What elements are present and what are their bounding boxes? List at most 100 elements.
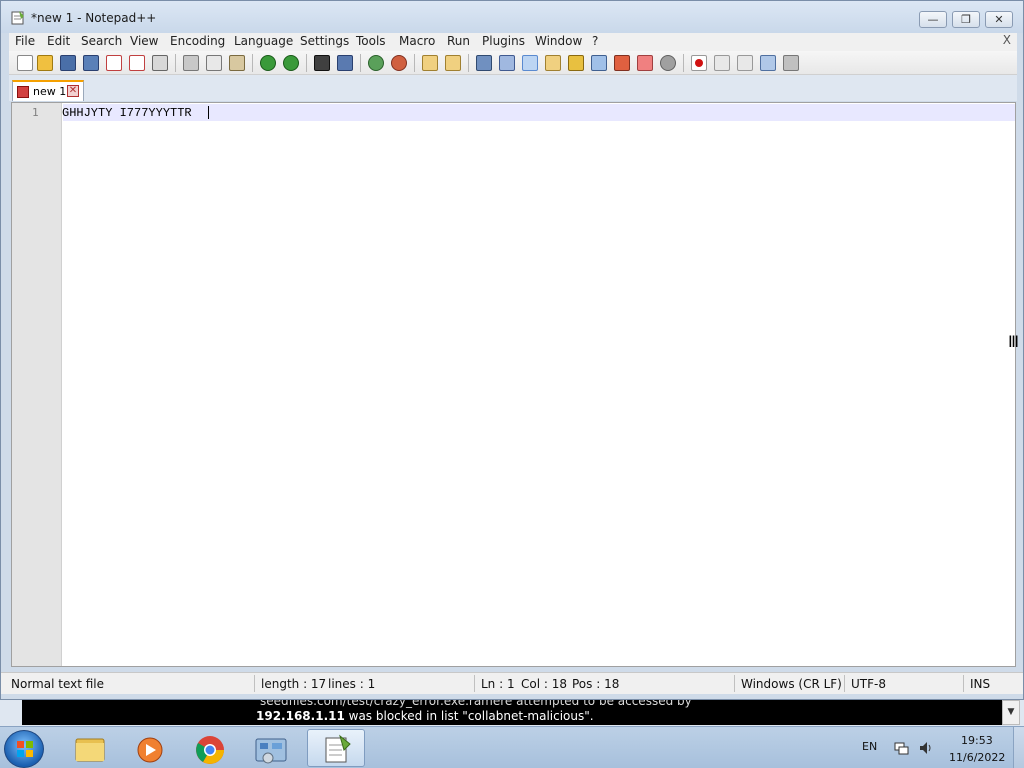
input-language[interactable]: EN xyxy=(862,740,877,753)
function-list-icon[interactable] xyxy=(591,55,607,71)
menu-language[interactable]: Language xyxy=(234,34,293,48)
menu-edit[interactable]: Edit xyxy=(47,34,70,48)
save-all-icon[interactable] xyxy=(83,55,99,71)
taskbar-notepadpp[interactable] xyxy=(307,729,365,767)
save-macro-icon[interactable] xyxy=(783,55,799,71)
close-document-button[interactable]: X xyxy=(1003,33,1011,47)
comment-icon[interactable] xyxy=(660,55,676,71)
menu-encoding[interactable]: Encoding xyxy=(170,34,225,48)
open-file-icon[interactable] xyxy=(37,55,53,71)
tab-close-icon[interactable]: ✕ xyxy=(67,85,79,97)
minimize-icon: — xyxy=(927,13,939,26)
taskbar-control-panel[interactable] xyxy=(241,729,299,767)
taskbar-explorer[interactable] xyxy=(60,729,118,767)
zoom-in-icon[interactable] xyxy=(368,55,384,71)
toolbar-separator xyxy=(360,54,361,72)
redo-icon[interactable] xyxy=(283,55,299,71)
status-separator xyxy=(734,675,735,692)
taskbar-media-player[interactable] xyxy=(120,729,178,767)
record-macro-icon[interactable] xyxy=(691,55,707,71)
menu-bar: File Edit Search View Encoding Language … xyxy=(9,33,1017,51)
editor-line[interactable]: GHHJYTY I777YYYTTR xyxy=(62,106,192,120)
current-line-highlight xyxy=(63,104,1015,121)
control-panel-icon xyxy=(255,738,287,764)
show-all-characters-icon[interactable] xyxy=(499,55,515,71)
status-line: Ln : 1 xyxy=(481,677,515,691)
playback-macro-icon[interactable] xyxy=(737,55,753,71)
minimize-button[interactable]: — xyxy=(919,11,947,28)
toolbar xyxy=(9,51,1017,75)
menu-macro[interactable]: Macro xyxy=(399,34,435,48)
status-encoding[interactable]: UTF-8 xyxy=(851,677,886,691)
notepadpp-icon xyxy=(325,734,351,763)
word-wrap-icon[interactable] xyxy=(476,55,492,71)
status-lines: lines : 1 xyxy=(328,677,376,691)
user-language-icon[interactable] xyxy=(545,55,561,71)
print-icon[interactable] xyxy=(152,55,168,71)
menu-plugins[interactable]: Plugins xyxy=(482,34,525,48)
menu-window[interactable]: Window xyxy=(535,34,582,48)
clock-time[interactable]: 19:53 xyxy=(961,734,993,747)
paste-icon[interactable] xyxy=(229,55,245,71)
indent-guide-icon[interactable] xyxy=(522,55,538,71)
taskbar-chrome[interactable] xyxy=(180,729,238,767)
menu-view[interactable]: View xyxy=(130,34,158,48)
menu-file[interactable]: File xyxy=(15,34,35,48)
network-icon[interactable] xyxy=(893,740,909,756)
close-button[interactable]: ✕ xyxy=(985,11,1013,28)
menu-tools[interactable]: Tools xyxy=(356,34,386,48)
start-button[interactable] xyxy=(4,730,44,768)
notification-scroll-down-icon[interactable]: ▼ xyxy=(1002,700,1020,725)
menu-search[interactable]: Search xyxy=(81,34,122,48)
new-file-icon[interactable] xyxy=(17,55,33,71)
volume-icon[interactable] xyxy=(918,740,934,756)
zoom-out-icon[interactable] xyxy=(391,55,407,71)
stop-recording-icon[interactable] xyxy=(714,55,730,71)
notification-message: was blocked in list "collabnet-malicious… xyxy=(344,709,594,723)
ibeam-cursor-icon: Ⅲ xyxy=(1008,332,1020,351)
text-caret xyxy=(208,106,209,119)
monitoring-icon[interactable] xyxy=(637,55,653,71)
run-macro-multiple-icon[interactable] xyxy=(760,55,776,71)
save-icon[interactable] xyxy=(60,55,76,71)
find-icon[interactable] xyxy=(314,55,330,71)
toolbar-separator xyxy=(683,54,684,72)
status-separator xyxy=(254,675,255,692)
replace-icon[interactable] xyxy=(337,55,353,71)
menu-run[interactable]: Run xyxy=(447,34,470,48)
folder-as-workspace-icon[interactable] xyxy=(614,55,630,71)
toolbar-separator xyxy=(306,54,307,72)
line-number-gutter: 1 xyxy=(12,103,62,666)
unsaved-file-icon xyxy=(17,86,29,98)
undo-icon[interactable] xyxy=(260,55,276,71)
chrome-icon xyxy=(196,736,224,764)
document-map-icon[interactable] xyxy=(568,55,584,71)
line-number: 1 xyxy=(32,106,39,119)
tab-new-1[interactable]: new 1 ✕ xyxy=(12,80,84,101)
maximize-button[interactable]: ❐ xyxy=(952,11,980,28)
close-file-icon[interactable] xyxy=(106,55,122,71)
status-eol[interactable]: Windows (CR LF) xyxy=(741,677,842,691)
clock-date[interactable]: 11/6/2022 xyxy=(949,751,1005,764)
copy-icon[interactable] xyxy=(206,55,222,71)
sync-horizontal-icon[interactable] xyxy=(445,55,461,71)
close-all-icon[interactable] xyxy=(129,55,145,71)
menu-help[interactable]: ? xyxy=(592,34,598,48)
security-notification: seedfiles.com/test/crazy_error.exe.ramer… xyxy=(22,700,1002,725)
cut-icon[interactable] xyxy=(183,55,199,71)
status-length: length : 17 xyxy=(261,677,327,691)
tab-bar: new 1 ✕ xyxy=(9,75,1017,101)
windows-logo-icon xyxy=(17,741,33,757)
title-bar[interactable]: *new 1 - Notepad++ — ❐ ✕ xyxy=(1,1,1023,33)
status-insert-mode[interactable]: INS xyxy=(970,677,990,691)
status-column: Col : 18 xyxy=(521,677,567,691)
text-editor[interactable]: 1 GHHJYTY I777YYYTTR Ⅲ xyxy=(11,102,1020,667)
notification-text-line1: seedfiles.com/test/crazy_error.exe.ramer… xyxy=(260,700,692,708)
sync-vertical-icon[interactable] xyxy=(422,55,438,71)
taskbar: EN 19:53 11/6/2022 xyxy=(0,726,1024,768)
toolbar-separator xyxy=(414,54,415,72)
status-position: Pos : 18 xyxy=(572,677,620,691)
notepadpp-window: *new 1 - Notepad++ — ❐ ✕ File Edit Searc… xyxy=(0,0,1024,700)
menu-settings[interactable]: Settings xyxy=(300,34,349,48)
show-desktop-button[interactable] xyxy=(1013,727,1024,768)
